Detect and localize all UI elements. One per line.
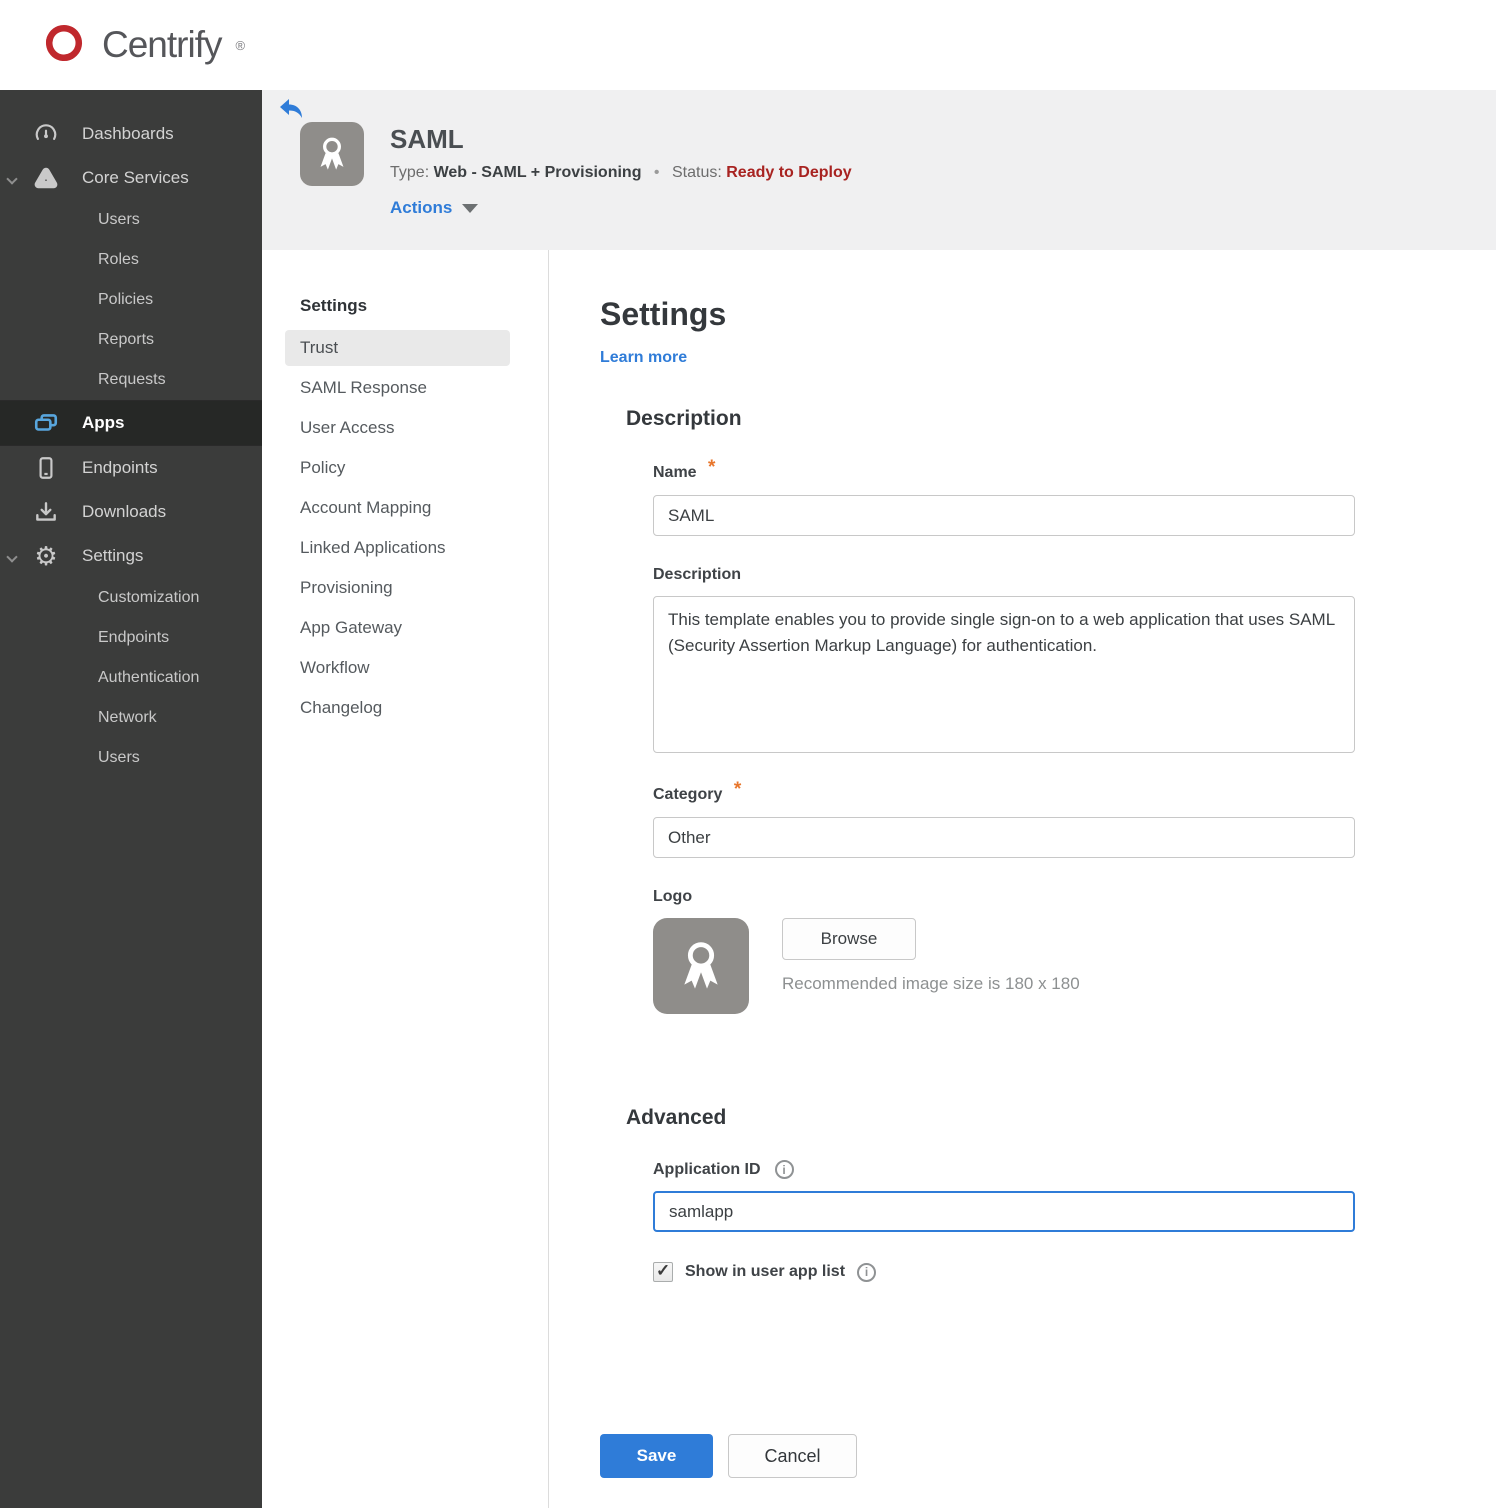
sidebar: Dashboards Core Services Users Roles Pol… [0, 90, 262, 1508]
gauge-icon [30, 121, 62, 147]
tab-changelog[interactable]: Changelog [285, 690, 510, 726]
stacked-windows-icon [30, 410, 62, 436]
meta-separator: • [653, 164, 660, 181]
required-asterisk: * [708, 457, 716, 478]
tab-linked-applications[interactable]: Linked Applications [285, 530, 510, 566]
settings-form: Settings Learn more Description Name * D… [549, 250, 1496, 1508]
app-logo-award-ribbon-icon [300, 122, 364, 186]
gear-icon: ⚙ [34, 541, 58, 571]
app-title: SAML [390, 124, 464, 154]
browse-button[interactable]: Browse [782, 918, 916, 960]
info-icon[interactable] [774, 1160, 794, 1179]
app-nav-header: Settings [300, 296, 368, 315]
name-label: Name [653, 464, 697, 481]
sidebar-group-core-services: Users Roles Policies Reports Requests [0, 200, 262, 400]
sidebar-item-users[interactable]: Users [0, 200, 262, 240]
smartphone-icon [30, 455, 62, 481]
download-icon [30, 499, 62, 525]
show-in-user-app-list-group: Show in user app list [653, 1261, 1496, 1282]
advanced-heading: Advanced [626, 1106, 727, 1129]
sidebar-item-reports[interactable]: Reports [0, 320, 262, 360]
brand-name: Centrify [102, 24, 222, 65]
description-heading: Description [626, 407, 742, 430]
sidebar-item-core-services[interactable]: Core Services [0, 156, 262, 200]
save-button[interactable]: Save [600, 1434, 713, 1478]
back-arrow-icon[interactable] [278, 98, 304, 120]
tab-policy[interactable]: Policy [285, 450, 510, 486]
sidebar-item-roles[interactable]: Roles [0, 240, 262, 280]
description-section: Description Name * Description This temp… [626, 407, 1496, 1014]
top-bar: Centrify ® [0, 0, 1496, 90]
logo-field-group: Logo Browse Recommended image size is 18… [653, 888, 1496, 1014]
category-field-group: Category * [653, 779, 1496, 858]
show-in-user-app-list-label: Show in user app list [685, 1263, 846, 1280]
sidebar-item-settings-endpoints[interactable]: Endpoints [0, 618, 262, 658]
sidebar-item-settings-users[interactable]: Users [0, 738, 262, 778]
sidebar-item-endpoints[interactable]: Endpoints [0, 446, 262, 490]
tab-saml-response[interactable]: SAML Response [285, 370, 510, 406]
brand-registered-mark: ® [235, 37, 246, 53]
form-actions: Save Cancel [600, 1434, 1496, 1478]
actions-label: Actions [390, 198, 453, 217]
page: Centrify ® Dashboards Core Services User… [0, 0, 1496, 1508]
chevron-down-icon [6, 551, 18, 563]
status-label: Status: [671, 164, 722, 181]
actions-dropdown[interactable]: Actions [390, 198, 479, 218]
category-input[interactable] [653, 817, 1355, 858]
sidebar-item-settings[interactable]: ⚙ Settings [0, 534, 262, 578]
required-asterisk: * [733, 779, 742, 800]
type-label: Type: [390, 164, 430, 181]
sidebar-item-network[interactable]: Network [0, 698, 262, 738]
tab-account-mapping[interactable]: Account Mapping [285, 490, 510, 526]
info-icon[interactable] [857, 1262, 877, 1282]
cancel-button[interactable]: Cancel [728, 1434, 857, 1478]
tab-workflow[interactable]: Workflow [285, 650, 510, 686]
description-textarea[interactable]: This template enables you to provide sin… [653, 596, 1355, 753]
type-value: Web - SAML + Provisioning [433, 164, 642, 181]
caret-down-icon [462, 203, 479, 213]
logo-label: Logo [653, 888, 693, 905]
sidebar-item-policies[interactable]: Policies [0, 280, 262, 320]
name-field-group: Name * [653, 457, 1496, 536]
tab-provisioning[interactable]: Provisioning [285, 570, 510, 606]
sidebar-item-authentication[interactable]: Authentication [0, 658, 262, 698]
advanced-section: Advanced Application ID i samlapp Show i… [626, 1106, 1496, 1282]
sidebar-group-settings: Customization Endpoints Authentication N… [0, 578, 262, 778]
application-id-input[interactable] [653, 1191, 1355, 1232]
name-input[interactable] [653, 495, 1355, 536]
status-value: Ready to Deploy [726, 164, 852, 181]
sidebar-item-dashboards[interactable]: Dashboards [0, 112, 262, 156]
logo-preview-award-ribbon-icon [653, 918, 749, 1014]
description-field-group: Description This template enables you to… [653, 566, 1496, 753]
page-title: Settings [600, 296, 727, 332]
centrify-swirl-icon [38, 17, 90, 74]
description-label: Description [653, 566, 742, 583]
learn-more-link[interactable]: Learn more [600, 349, 687, 367]
tab-user-access[interactable]: User Access [285, 410, 510, 446]
tab-app-gateway[interactable]: App Gateway [285, 610, 510, 646]
sidebar-item-customization[interactable]: Customization [0, 578, 262, 618]
application-id-field-group: Application ID [653, 1160, 1496, 1232]
content: SAML Type: Web - SAML + Provisioning • S… [262, 90, 1496, 1508]
sidebar-item-requests[interactable]: Requests [0, 360, 262, 400]
app-settings-nav: Settings Trust SAML Response User Access… [262, 250, 549, 1508]
brand-logo: Centrify ® [38, 17, 245, 74]
sidebar-item-apps[interactable]: Apps [0, 400, 262, 446]
logo-size-hint: Recommended image size is 180 x 180 [782, 974, 1080, 993]
tab-trust[interactable]: Trust [285, 330, 510, 366]
nodes-triangle-icon [30, 165, 62, 191]
sidebar-item-downloads[interactable]: Downloads [0, 490, 262, 534]
application-id-label: Application ID [653, 1160, 761, 1178]
show-in-user-app-list-checkbox[interactable] [653, 1261, 673, 1282]
chevron-down-icon [6, 173, 18, 185]
category-label: Category [653, 786, 723, 803]
app-header: SAML Type: Web - SAML + Provisioning • S… [262, 90, 1496, 250]
app-meta: Type: Web - SAML + Provisioning • Status… [390, 164, 852, 182]
